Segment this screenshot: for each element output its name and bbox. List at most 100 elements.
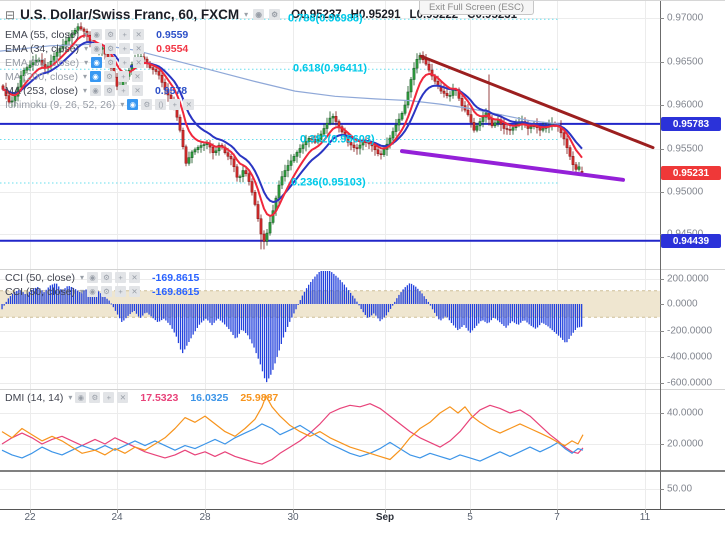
chevron-down-icon[interactable]: ▾ [80, 287, 84, 296]
gear-icon[interactable]: ⚙ [105, 43, 117, 54]
close-icon[interactable]: ✕ [133, 57, 145, 68]
cci-row[interactable]: CCI (50, close) ▾ ◉ ⚙ + ✕ -169.8615 [5, 285, 199, 298]
plus-icon[interactable]: + [119, 57, 131, 68]
close-icon[interactable]: ✕ [129, 272, 141, 283]
chevron-down-icon[interactable]: ▾ [120, 100, 124, 109]
cci-axis-label: 0.0000 [667, 298, 698, 310]
cci-row[interactable]: CCI (50, close) ▾ ◉ ⚙ + ✕ -169.8615 [5, 271, 199, 284]
indicator-row[interactable]: Ichimoku (9, 26, 52, 26) ▾ ◉ ⚙() + ✕ [5, 98, 195, 111]
gear-icon[interactable]: ⚙ [101, 272, 113, 283]
close-icon[interactable]: ✕ [117, 392, 129, 403]
indicator-label: MA (200, close) [5, 70, 78, 83]
indicator-row[interactable]: MA (200, close) ▾ ◉ ⚙ + ✕ [5, 70, 143, 83]
plus-icon[interactable]: + [169, 99, 181, 110]
gear-icon[interactable]: ⚙ [105, 29, 117, 40]
eye-icon[interactable]: ◉ [253, 9, 265, 20]
indicator-label: DMI (14, 14) [5, 391, 64, 404]
gear-icon[interactable]: ⚙ [105, 57, 117, 68]
cci-axis-label: -200.0000 [667, 325, 713, 337]
eye-icon[interactable]: ◉ [87, 272, 99, 283]
time-axis-label: 5 [467, 512, 473, 523]
chart-layout-icon[interactable]: ⊟ [5, 8, 15, 22]
time-axis[interactable] [0, 509, 725, 531]
gear-icon[interactable]: ⚙ [101, 286, 113, 297]
eye-icon[interactable]: ◉ [91, 29, 103, 40]
cci-axis-label: -600.0000 [667, 377, 713, 389]
fib-level-label: 0.382(0.95603) [300, 132, 375, 145]
time-axis-label: 30 [287, 512, 299, 523]
chart-window: ⊟ U.S. Dollar/Swiss Franc, 60, FXCM ▾ ◉ … [0, 0, 725, 544]
close-icon[interactable]: ✕ [131, 71, 143, 82]
fib-level-label: 0.618(0.96411) [293, 62, 368, 75]
close-icon[interactable]: ✕ [131, 85, 143, 96]
dmi-axis-label: 20.0000 [667, 438, 704, 450]
eye-icon[interactable]: ◉ [127, 99, 139, 110]
chevron-down-icon[interactable]: ▾ [244, 10, 248, 19]
paren-icon[interactable]: () [155, 99, 167, 110]
indicator-row[interactable]: EMA (34, close) ▾ ◉ ⚙ + ✕ 0.9554 [5, 42, 188, 55]
eye-icon[interactable]: ◉ [89, 85, 101, 96]
time-axis-label: 22 [24, 512, 36, 523]
price-badge: 0.95783 [661, 117, 721, 131]
cci-axis-label: -400.0000 [667, 351, 713, 363]
eye-icon[interactable]: ◉ [91, 43, 103, 54]
chevron-down-icon[interactable]: ▾ [83, 86, 87, 95]
gear-icon[interactable]: ⚙ [103, 85, 115, 96]
indicator-row[interactable]: MA (253, close) ▾ ◉ ⚙ + ✕ 0.9578 [5, 84, 187, 97]
close-icon[interactable]: ✕ [133, 43, 145, 54]
price-axis-label: 0.96000 [667, 99, 704, 111]
indicator-row[interactable]: EMA (55, close) ▾ ◉ ⚙ + ✕ 0.9559 [5, 28, 188, 41]
plus-icon[interactable]: + [115, 272, 127, 283]
indicator-row[interactable]: EMA (89, close) ▾ ◉ ⚙ + ✕ [5, 56, 145, 69]
plus-icon[interactable]: + [119, 29, 131, 40]
time-axis-label: 7 [554, 512, 560, 523]
gear-icon[interactable]: ⚙ [269, 9, 281, 20]
chevron-down-icon[interactable]: ▾ [80, 273, 84, 282]
indicator-label: EMA (34, close) [5, 42, 80, 55]
price-badge: 0.94439 [661, 234, 721, 248]
indicator-value: -169.8615 [152, 271, 200, 284]
gear-icon[interactable]: ⚙ [89, 392, 101, 403]
gear-icon[interactable]: ⚙ [103, 71, 115, 82]
fib-level-label: 0.236(0.95103) [291, 176, 366, 189]
eye-icon[interactable]: ◉ [75, 392, 87, 403]
indicator-value: -169.8615 [152, 285, 200, 298]
time-axis-label: 11 [639, 512, 651, 523]
close-icon[interactable]: ✕ [183, 99, 195, 110]
plus-icon[interactable]: + [115, 286, 127, 297]
close-icon[interactable]: ✕ [129, 286, 141, 297]
eye-icon[interactable]: ◉ [87, 286, 99, 297]
plus-icon[interactable]: + [119, 43, 131, 54]
price-axis-label: 0.96500 [667, 56, 704, 68]
chevron-down-icon[interactable]: ▾ [84, 58, 88, 67]
indicator-label: CCI (50, close) [5, 285, 76, 298]
time-axis-label: Sep [375, 512, 395, 523]
plus-icon[interactable]: + [117, 71, 129, 82]
price-axis-label: 0.95500 [667, 143, 704, 155]
plus-icon[interactable]: + [117, 85, 129, 96]
symbol-title[interactable]: U.S. Dollar/Swiss Franc, 60, FXCM [20, 7, 239, 22]
eye-icon[interactable]: ◉ [91, 57, 103, 68]
indicator-label: CCI (50, close) [5, 271, 76, 284]
indicator-value: 16.0325 [190, 391, 229, 404]
indicator-value: 25.9887 [240, 391, 279, 404]
time-axis-label: 28 [199, 512, 211, 523]
price-axis-label: 0.97000 [667, 12, 704, 24]
chevron-down-icon[interactable]: ▾ [84, 44, 88, 53]
plus-icon[interactable]: + [103, 392, 115, 403]
time-axis-label: 24 [111, 512, 123, 523]
extra-axis-label: 50.00 [667, 483, 693, 495]
price-axis[interactable] [660, 1, 725, 509]
gear-icon[interactable]: ⚙ [141, 99, 153, 110]
chevron-down-icon[interactable]: ▾ [84, 30, 88, 39]
dmi-row[interactable]: DMI (14, 14) ▾ ◉ ⚙ + ✕ 17.5323 16.0325 25.9887 [5, 391, 278, 404]
indicator-value: 0.9554 [156, 42, 189, 55]
chevron-down-icon[interactable]: ▾ [68, 393, 72, 402]
dmi-axis-label: 40.0000 [667, 407, 704, 419]
indicator-value: 0.9578 [154, 84, 188, 97]
chevron-down-icon[interactable]: ▾ [83, 72, 87, 81]
exit-fullscreen-tooltip: Exit Full Screen (ESC) [419, 1, 535, 15]
close-icon[interactable]: ✕ [133, 29, 145, 40]
indicator-label: EMA (89, close) [5, 56, 80, 69]
eye-icon[interactable]: ◉ [89, 71, 101, 82]
